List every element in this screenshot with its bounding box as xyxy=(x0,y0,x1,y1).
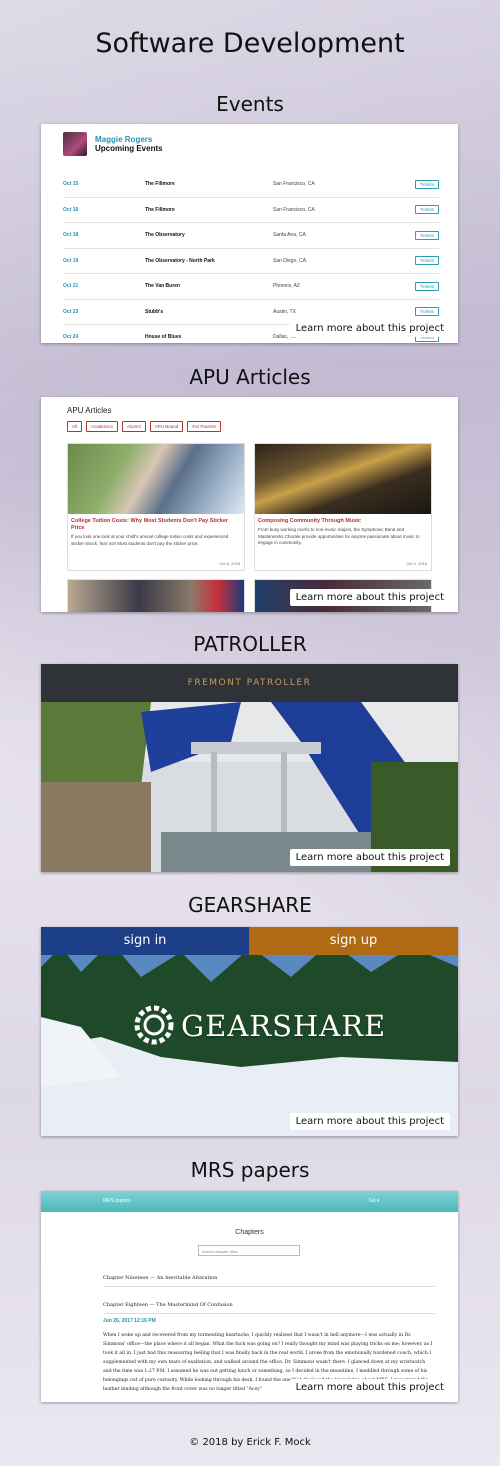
filter-academics[interactable]: Academics xyxy=(86,421,119,432)
article-date: Oct 4, 2018 xyxy=(406,561,427,566)
tickets-button[interactable]: Tickets xyxy=(414,230,439,240)
article-card[interactable]: Composing Community Through Music From b… xyxy=(254,443,432,571)
section-title-events: Events xyxy=(216,92,284,116)
event-venue: The Fillmore xyxy=(145,206,175,213)
learn-more-button[interactable]: Learn more about this project xyxy=(289,1379,450,1396)
event-row: Oct 21 The Van Buren Phoenix, AZ Tickets xyxy=(63,274,439,300)
learn-more-button[interactable]: Learn more about this project xyxy=(289,1113,450,1130)
bridge-photo xyxy=(41,702,458,872)
event-city: Austin, TX xyxy=(273,308,296,315)
event-venue: The Fillmore xyxy=(145,181,175,188)
mrs-navbar: MRS papers Go ▾ xyxy=(41,1191,458,1212)
event-city: San Francisco, CA xyxy=(273,181,315,188)
tickets-button[interactable]: Tickets xyxy=(414,205,439,215)
chapter-link[interactable]: Chapter Eighteen — The Mastermind Of Con… xyxy=(103,1302,233,1308)
filter-for-parents[interactable]: For Parents xyxy=(187,421,221,432)
gear-icon xyxy=(134,1005,174,1045)
page-title: Software Development xyxy=(95,28,405,59)
event-venue: The Van Buren xyxy=(145,283,181,290)
project-card-apu[interactable]: APU Articles All Academics Alumni APU Bo… xyxy=(41,397,458,612)
event-city: Phoenix, AZ xyxy=(273,283,300,290)
event-date: Oct 15 xyxy=(63,181,79,188)
gearshare-logo: GEARSHARE xyxy=(181,1009,387,1043)
event-date: Oct 21 xyxy=(63,283,79,290)
event-city: Santa Ana, CA xyxy=(273,232,306,239)
chapter-date: Jun 26, 2017 12:16 PM xyxy=(103,1318,156,1324)
filter-alumni[interactable]: Alumni xyxy=(122,421,146,432)
article-date: Oct 8, 2018 xyxy=(219,561,240,566)
learn-more-button[interactable]: Learn more about this project xyxy=(289,849,450,866)
event-row: Oct 18 The Observatory Santa Ana, CA Ticket… xyxy=(63,223,439,249)
event-row: Oct 16 The Fillmore San Francisco, CA Ticke… xyxy=(63,198,439,223)
learn-more-button[interactable]: Learn more about this project xyxy=(289,320,450,337)
event-venue: The Observatory - North Park xyxy=(145,257,215,264)
event-row: Oct 15 The Fillmore San Francisco, CA Ticke… xyxy=(63,172,439,198)
event-city: San Francisco, CA xyxy=(273,206,315,213)
event-venue: The Observatory xyxy=(145,232,185,239)
filter-all[interactable]: All xyxy=(67,421,83,432)
event-venue: Stubb's xyxy=(145,308,164,315)
sign-up-button[interactable]: sign up xyxy=(249,927,458,955)
event-date: Oct 24 xyxy=(63,334,79,341)
project-card-gearshare[interactable]: sign in sign up GEARSHARE Learn more abo… xyxy=(41,927,458,1136)
event-row: Oct 19 The Observatory - North Park San Di… xyxy=(63,249,439,274)
patroller-banner: FREMONT PATROLLER xyxy=(41,664,458,702)
chapter-link[interactable]: Chapter Nineteen — An Inevitable Alterat… xyxy=(103,1275,217,1281)
article-image xyxy=(255,444,431,514)
event-date: Oct 18 xyxy=(63,232,79,239)
tickets-button[interactable]: Tickets xyxy=(414,256,439,266)
section-title-apu: APU Articles xyxy=(189,365,311,389)
article-headline[interactable]: College Tuition Costs: Why Most Students… xyxy=(68,514,244,533)
chapters-heading: Chapters xyxy=(235,1229,264,1236)
divider xyxy=(103,1286,435,1287)
footer-copyright: © 2018 by Erick F. Mock xyxy=(189,1437,311,1448)
learn-more-button[interactable]: Learn more about this project xyxy=(289,589,450,606)
event-date: Oct 19 xyxy=(63,257,79,264)
project-card-patroller[interactable]: FREMONT PATROLLER Learn more about this … xyxy=(41,664,458,872)
events-header: Maggie Rogers Upcoming Events xyxy=(63,132,163,156)
sign-in-button[interactable]: sign in xyxy=(41,927,249,955)
article-excerpt: From busy working moms to non-music majo… xyxy=(258,527,420,545)
apu-title: APU Articles xyxy=(67,406,112,415)
article-card-partial xyxy=(67,579,245,612)
article-card[interactable]: College Tuition Costs: Why Most Students… xyxy=(67,443,245,571)
event-date: Oct 16 xyxy=(63,206,79,213)
event-city: San Diego, CA xyxy=(273,257,307,264)
section-title-mrs: MRS papers xyxy=(190,1158,310,1182)
tickets-button[interactable]: Tickets xyxy=(414,281,439,291)
events-list: Oct 15 The Fillmore San Francisco, CA Ticke… xyxy=(63,172,439,343)
chapter-search-input[interactable]: search chapter titles xyxy=(198,1245,300,1256)
apu-filter-bar: All Academics Alumni APU Bound For Paren… xyxy=(67,421,221,432)
artist-avatar xyxy=(63,132,87,156)
event-venue: House of Blues xyxy=(145,334,182,341)
tickets-button[interactable]: Tickets xyxy=(414,179,439,189)
article-image xyxy=(68,444,244,514)
go-dropdown[interactable]: Go ▾ xyxy=(369,1198,380,1204)
article-headline[interactable]: Composing Community Through Music xyxy=(255,514,431,526)
section-title-patroller: PATROLLER xyxy=(193,632,307,656)
events-heading: Upcoming Events xyxy=(95,144,163,153)
tickets-button[interactable]: Tickets xyxy=(414,307,439,317)
artist-name: Maggie Rogers xyxy=(95,135,153,144)
mrs-nav-brand[interactable]: MRS papers xyxy=(103,1198,131,1204)
filter-apu-bound[interactable]: APU Bound xyxy=(149,421,184,432)
article-excerpt: If you look one look at your child's ann… xyxy=(71,534,229,546)
event-date: Oct 23 xyxy=(63,308,79,315)
section-title-gearshare: GEARSHARE xyxy=(188,893,312,917)
project-card-events[interactable]: Maggie Rogers Upcoming Events Oct 15 The … xyxy=(41,124,458,343)
project-card-mrs[interactable]: MRS papers Go ▾ Chapters search chapter … xyxy=(41,1191,458,1402)
divider xyxy=(103,1313,435,1314)
